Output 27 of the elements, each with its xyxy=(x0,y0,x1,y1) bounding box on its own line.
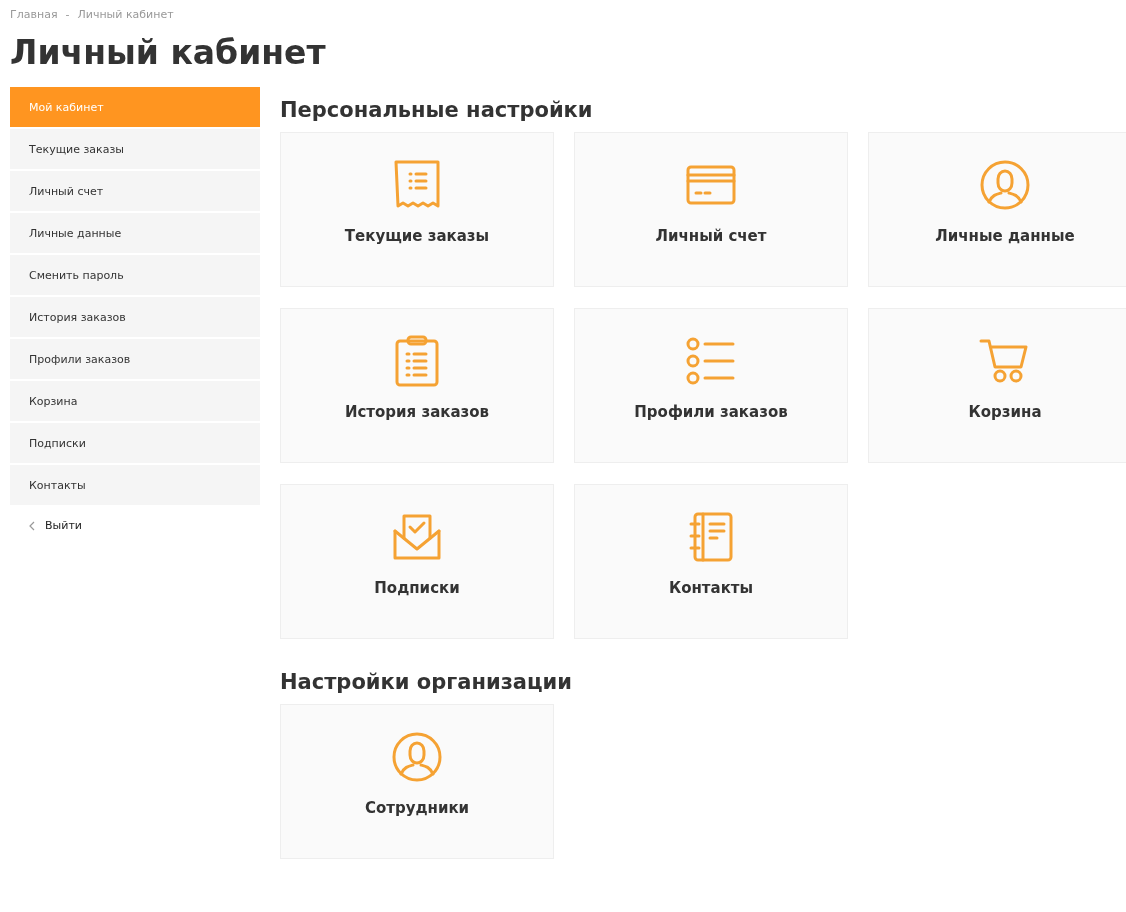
breadcrumb-separator: - xyxy=(65,8,70,21)
settings-card[interactable]: История заказов xyxy=(280,308,554,463)
settings-card[interactable]: Подписки xyxy=(280,484,554,639)
settings-card[interactable]: Сотрудники xyxy=(280,704,554,859)
sidebar-item[interactable]: Контакты xyxy=(10,465,260,505)
list-icon xyxy=(685,335,737,387)
sidebar-item[interactable]: Текущие заказы xyxy=(10,129,260,169)
settings-card[interactable]: Личный счет xyxy=(574,132,848,287)
sidebar-item[interactable]: Корзина xyxy=(10,381,260,421)
sidebar-item[interactable]: История заказов xyxy=(10,297,260,337)
page-title: Личный кабинет xyxy=(10,33,327,74)
settings-card[interactable]: Профили заказов xyxy=(574,308,848,463)
user-icon xyxy=(391,731,443,783)
user-icon xyxy=(979,159,1031,211)
chevron-left-icon xyxy=(29,520,35,531)
settings-card[interactable]: Личные данные xyxy=(868,132,1126,287)
sidebar-item[interactable]: Личный счет xyxy=(10,171,260,211)
settings-card[interactable]: Корзина xyxy=(868,308,1126,463)
section-heading: Персональные настройки xyxy=(280,96,594,124)
sidebar-item[interactable]: Подписки xyxy=(10,423,260,463)
settings-card[interactable]: Контакты xyxy=(574,484,848,639)
logout-link[interactable]: Выйти xyxy=(10,507,260,532)
sidebar-item[interactable]: Профили заказов xyxy=(10,339,260,379)
settings-card[interactable]: Текущие заказы xyxy=(280,132,554,287)
sidebar-item[interactable]: Сменить пароль xyxy=(10,255,260,295)
sidebar-item[interactable]: Личные данные xyxy=(10,213,260,253)
section-heading: Настройки организации xyxy=(280,668,573,696)
